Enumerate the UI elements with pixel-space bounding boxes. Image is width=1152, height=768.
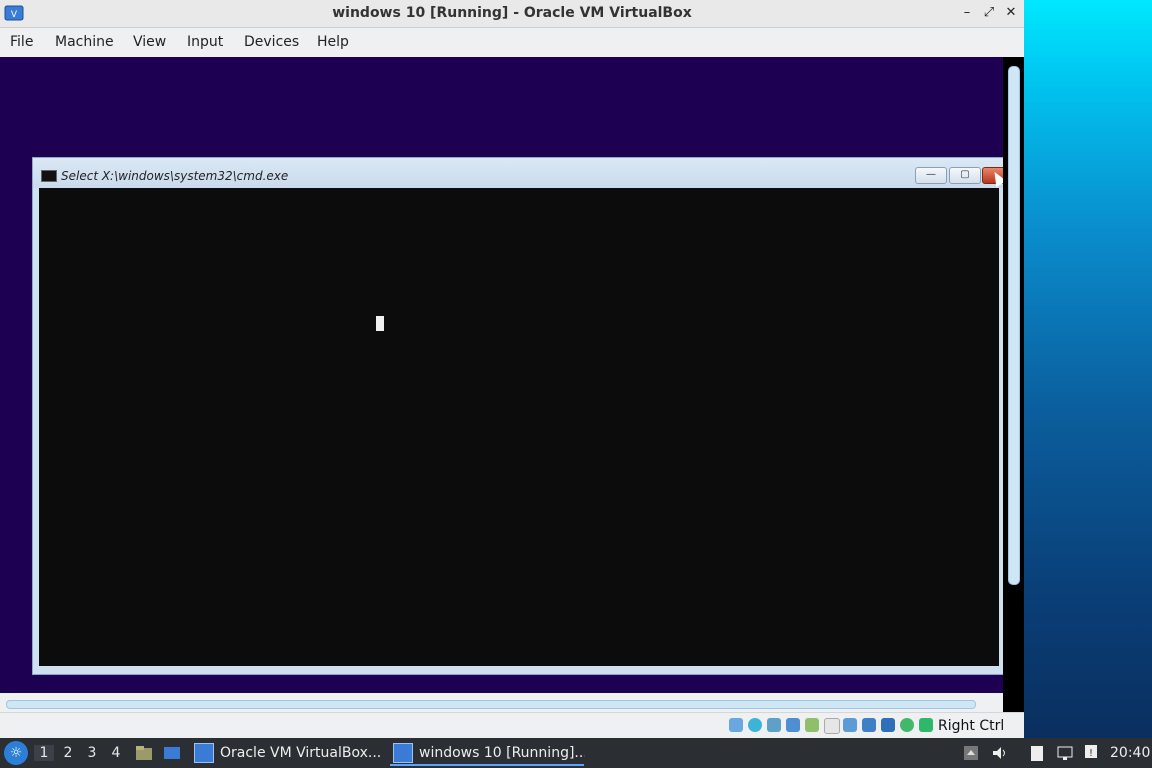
desktop-3[interactable]: 3 (82, 745, 102, 761)
start-menu-icon[interactable]: ☼ (4, 741, 28, 765)
desktop-1[interactable]: 1 (34, 745, 54, 761)
show-desktop-icon[interactable] (163, 744, 181, 762)
svg-text:!: ! (1089, 748, 1093, 759)
status-bar: Right Ctrl (0, 712, 1024, 739)
cmd-console[interactable] (39, 188, 999, 666)
task-label: Oracle VM VirtualBox... (220, 745, 382, 761)
vm-task-icon (393, 743, 413, 763)
optical-drive-icon[interactable] (748, 718, 762, 732)
shared-folders-icon[interactable] (824, 718, 840, 734)
cmd-titlebar[interactable]: Select X:\windows\system32\cmd.exe — ▢ (33, 158, 1006, 188)
menu-machine[interactable]: Machine (55, 34, 114, 50)
network-tray-icon[interactable] (1056, 744, 1074, 762)
cmd-icon (41, 170, 57, 182)
horizontal-scrollbar-thumb[interactable] (6, 700, 976, 709)
network-icon[interactable] (786, 718, 800, 732)
text-cursor (376, 316, 384, 331)
menu-help[interactable]: Help (317, 34, 349, 50)
usb-icon[interactable] (805, 718, 819, 732)
desktop-4[interactable]: 4 (106, 745, 126, 761)
cmd-minimize-button[interactable]: — (915, 167, 947, 184)
menu-view[interactable]: View (133, 34, 166, 50)
minimize-button[interactable]: – (958, 4, 976, 22)
menu-input[interactable]: Input (187, 34, 223, 50)
menu-bar: File Machine View Input Devices Help (0, 28, 1024, 57)
cpu-icon[interactable] (900, 718, 914, 732)
cmd-window[interactable]: Select X:\windows\system32\cmd.exe — ▢ (32, 157, 1006, 675)
file-manager-icon[interactable] (135, 744, 153, 762)
mouse-integration-icon[interactable] (919, 718, 933, 732)
virtualbox-task-icon (194, 743, 214, 763)
host-key-label[interactable]: Right Ctrl (938, 718, 1004, 734)
window-titlebar[interactable]: V windows 10 [Running] - Oracle VM Virtu… (0, 0, 1024, 28)
recording-icon[interactable] (862, 718, 876, 732)
volume-icon[interactable] (991, 744, 1009, 762)
desktop-wallpaper (1024, 0, 1152, 738)
vertical-scrollbar-thumb[interactable] (1008, 66, 1020, 585)
window-title: windows 10 [Running] - Oracle VM Virtual… (332, 5, 692, 21)
cmd-maximize-button[interactable]: ▢ (949, 167, 981, 184)
task-label: windows 10 [Running]... (419, 745, 585, 761)
cmd-title: Select X:\windows\system32\cmd.exe (61, 169, 289, 183)
notification-icon[interactable]: ! (1082, 744, 1100, 762)
tray-up-arrow-icon[interactable] (962, 744, 980, 762)
desktop-2[interactable]: 2 (58, 745, 78, 761)
clipboard-icon[interactable] (1028, 744, 1046, 762)
maximize-button[interactable]: ⤢ (980, 4, 998, 22)
hard-disk-icon[interactable] (729, 718, 743, 732)
vm-state-icon[interactable] (881, 718, 895, 732)
menu-file[interactable]: File (10, 34, 33, 50)
active-task-indicator (390, 764, 584, 766)
display-icon[interactable] (843, 718, 857, 732)
virtualbox-window: V windows 10 [Running] - Oracle VM Virtu… (0, 0, 1024, 739)
menu-devices[interactable]: Devices (244, 34, 299, 50)
close-button[interactable]: ✕ (1002, 4, 1020, 22)
task-virtualbox-manager[interactable]: Oracle VM VirtualBox... (194, 738, 384, 768)
audio-icon[interactable] (767, 718, 781, 732)
clock[interactable]: 20:40 (1110, 745, 1150, 761)
